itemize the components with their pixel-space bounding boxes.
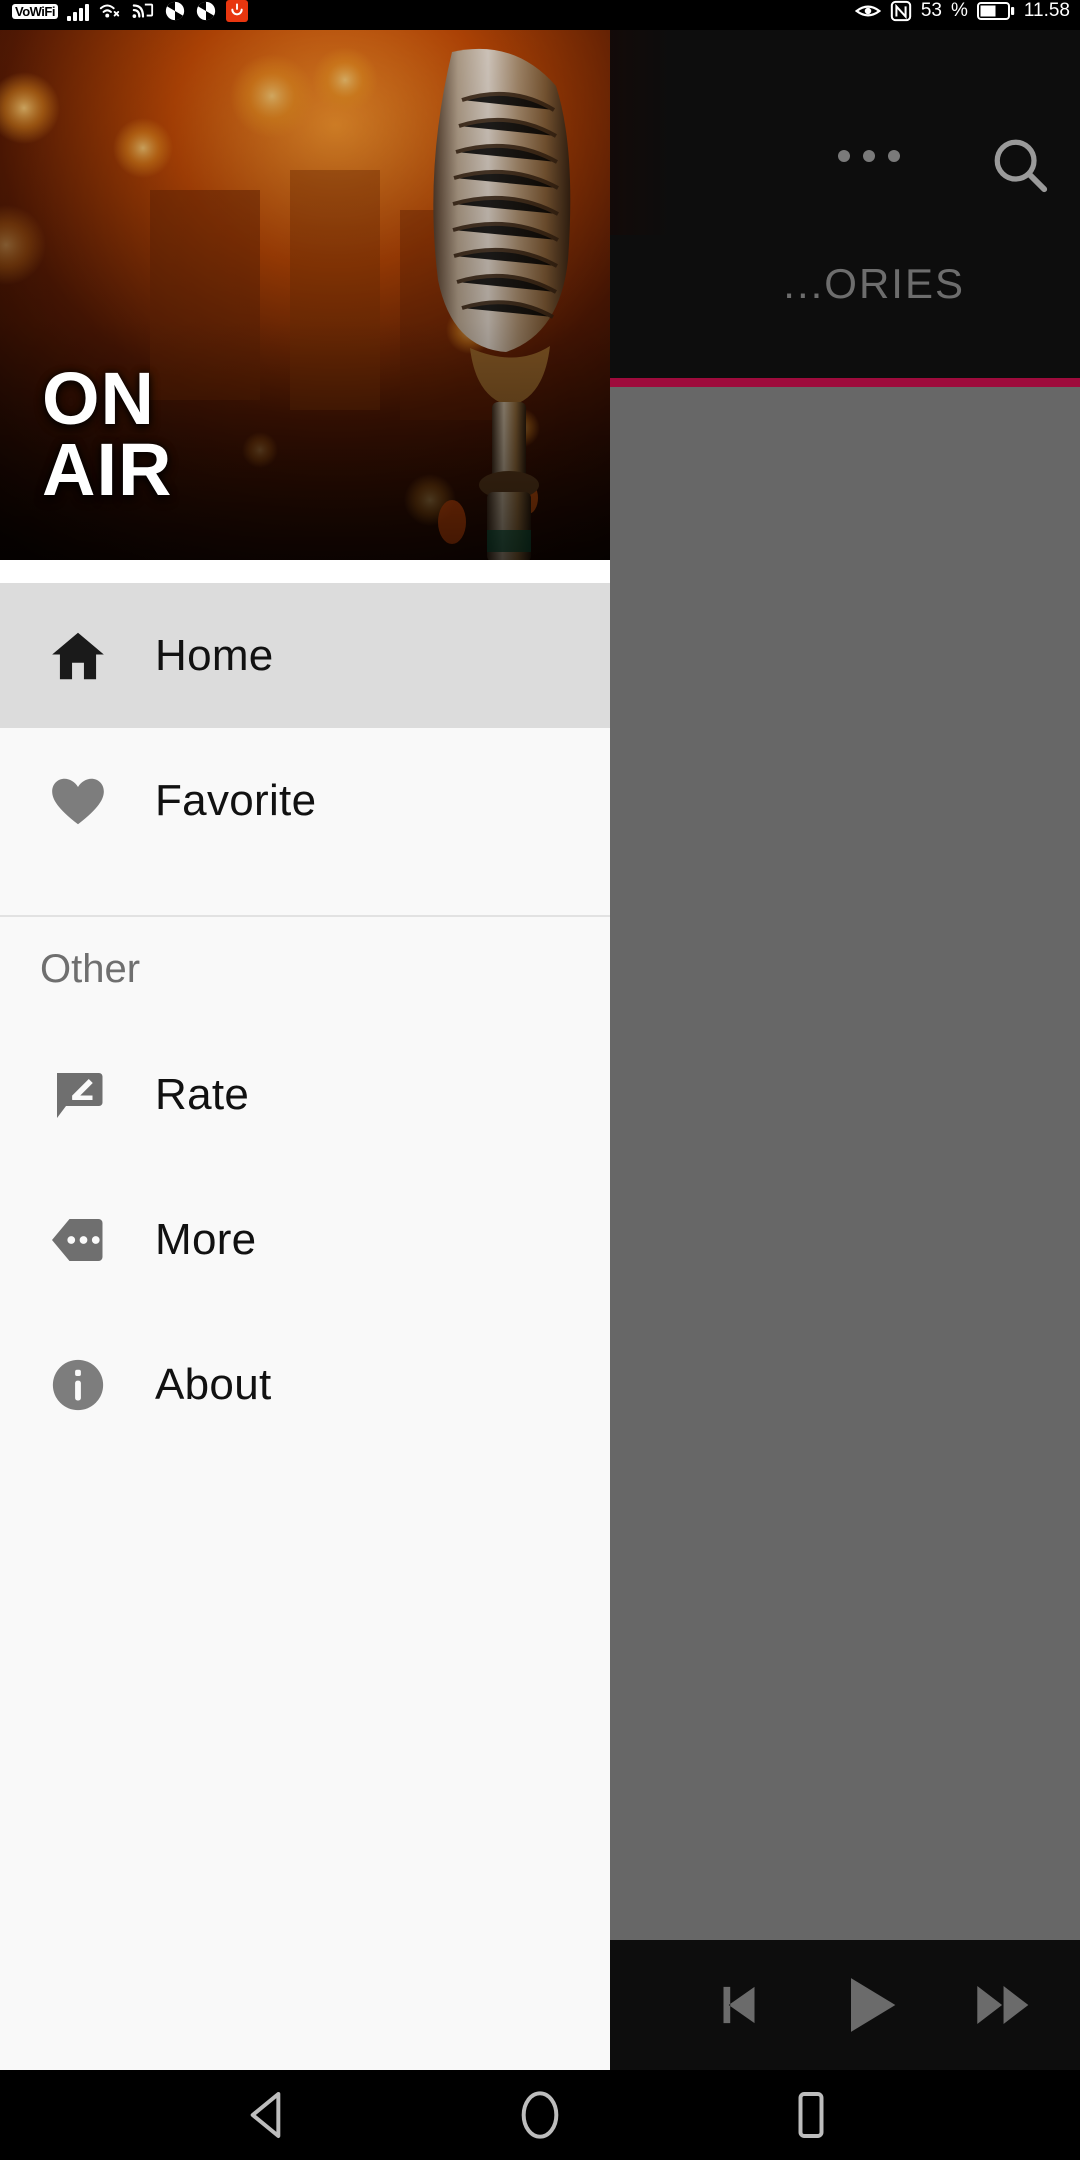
heart-icon-wrap [0,770,155,832]
signal-bars-icon [66,1,89,21]
previous-icon [723,1986,755,2024]
info-icon-wrap [0,1356,155,1414]
back-button[interactable] [241,2087,297,2143]
dnd-icon-2 [196,1,216,21]
phone-screen: ...ORIES ON AIR Home Favorite Other Rate… [0,0,1080,2160]
nfc-icon [890,0,911,22]
status-bar: VoWiFi 53 % 11.58 [0,0,1080,30]
overflow-dot-icon [888,150,900,162]
home-button[interactable] [512,2087,568,2143]
on-air-line-2: AIR [42,427,173,511]
eye-icon [854,5,881,17]
play-icon [851,1978,896,2032]
fast-forward-button[interactable] [970,1970,1040,2040]
drawer-item-label: Favorite [155,775,317,825]
drawer-item-label: About [155,1359,272,1409]
battery-icon [976,2,1015,20]
on-air-line-1: ON [42,357,155,441]
header-gap [0,560,610,583]
drawer-section-other: Other [40,947,141,991]
search-button[interactable] [985,130,1055,200]
wifi-calling-icon [99,4,120,18]
drawer-item-about[interactable]: About [0,1312,610,1457]
alert-glyph-icon [231,3,243,16]
cast-icon [132,3,154,18]
on-air-label: ON AIR [42,357,173,511]
rate-review-icon [56,1072,102,1118]
status-bar-right: 53 % 11.58 [854,0,1070,30]
system-nav-bar [0,2070,1080,2160]
overflow-menu-button[interactable] [838,150,900,162]
battery-percent: 53 [920,0,942,21]
app-alert-icon [225,0,248,22]
search-icon [994,139,1048,193]
percent-symbol: % [950,0,968,21]
drawer-item-label: Rate [155,1069,250,1119]
status-bar-left: VoWiFi [0,0,248,30]
dnd-icon-1 [165,1,185,21]
home-icon [51,632,104,679]
overflow-dot-icon [838,150,850,162]
vowifi-badge-icon: VoWiFi [12,3,58,19]
clock: 11.58 [1023,0,1070,21]
overflow-dot-icon [863,150,875,162]
drawer-item-home[interactable]: Home [0,583,610,728]
info-icon [52,1359,103,1410]
home-icon-wrap [0,625,155,687]
drawer-item-more[interactable]: More [0,1167,610,1312]
tab-categories[interactable]: ...ORIES [783,260,965,308]
heart-icon [51,778,104,824]
drawer-item-favorite[interactable]: Favorite [0,728,610,873]
navigation-drawer: ON AIR Home Favorite Other Rate More Abo… [0,30,610,2070]
drawer-header: ON AIR [0,30,610,560]
previous-button[interactable] [708,1974,770,2036]
rate-review-icon-wrap [0,1065,155,1125]
drawer-item-label: More [155,1214,257,1264]
play-button[interactable] [832,1967,908,2043]
more-apps-icon-wrap [0,1210,155,1270]
drawer-item-label: Home [155,630,274,680]
more-apps-icon [51,1218,102,1261]
recents-button[interactable] [783,2087,839,2143]
fast-forward-icon [977,1986,1029,2024]
drawer-item-rate[interactable]: Rate [0,1022,610,1167]
